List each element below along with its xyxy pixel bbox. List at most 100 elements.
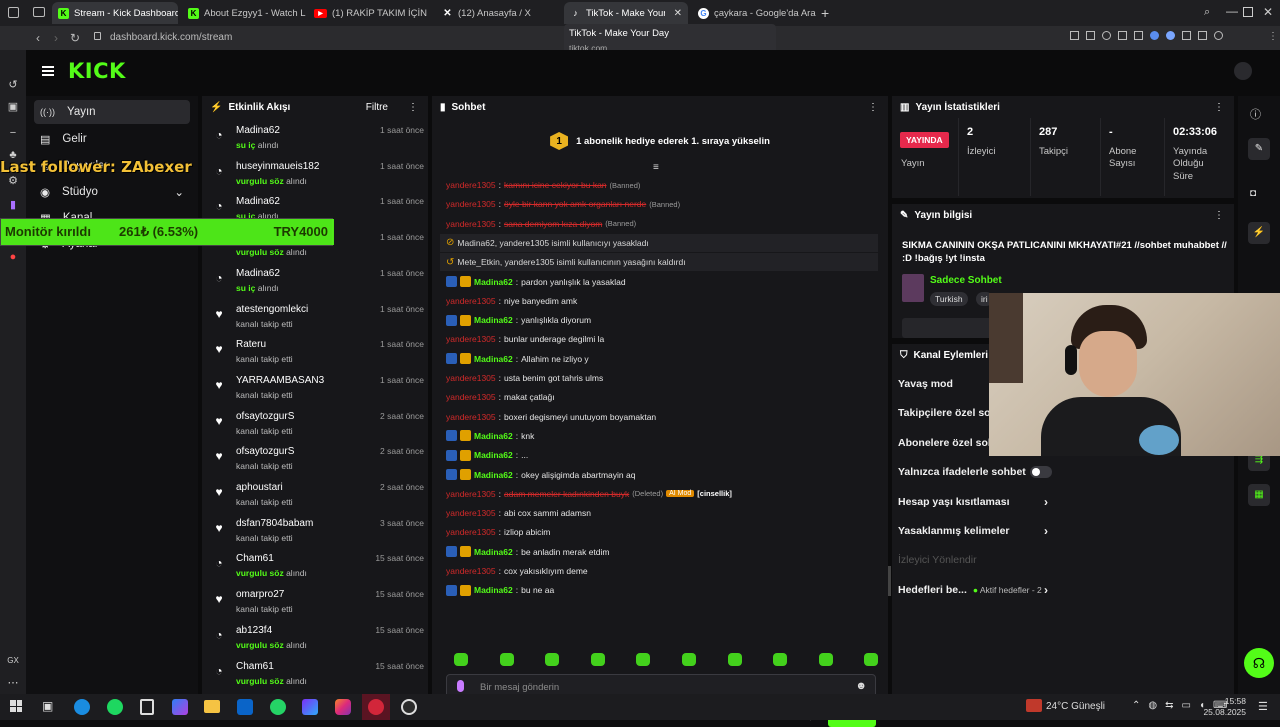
- activity-row[interactable]: ♥ Rateru 1 saat önce kanalı takip etti: [212, 336, 424, 372]
- chat-message[interactable]: yandere1305: cox yakısıklıyım deme: [446, 562, 588, 580]
- history-icon[interactable]: ↺: [6, 78, 20, 92]
- avatar[interactable]: [1234, 62, 1252, 80]
- twitch-icon[interactable]: ▮: [6, 198, 20, 212]
- chat-message[interactable]: Madina62: pardon yanlışlık la yasaklad: [446, 273, 626, 291]
- category-link[interactable]: Sadece Sohbet: [930, 275, 1002, 286]
- chat-username[interactable]: Madina62: [474, 354, 513, 364]
- extension-icon[interactable]: [1134, 31, 1143, 40]
- more-options-icon[interactable]: ⋮: [408, 102, 418, 113]
- weather-text[interactable]: 24°C Güneşli: [1046, 701, 1105, 712]
- puzzle-icon[interactable]: [1182, 31, 1191, 40]
- copilot-icon[interactable]: [172, 699, 188, 715]
- system-message[interactable]: ⊘ Madina62, yandere1305 isimli kullanıcıy…: [440, 233, 878, 252]
- bag-icon[interactable]: ▣: [6, 100, 20, 114]
- record-icon[interactable]: ●: [6, 250, 20, 264]
- more-options-icon[interactable]: ⋮: [1214, 210, 1224, 221]
- kick-logo[interactable]: KICK: [68, 59, 126, 83]
- clock-date[interactable]: 25.08.2025: [1200, 707, 1246, 717]
- emote-icon[interactable]: [499, 653, 514, 666]
- chat-username[interactable]: yandere1305: [446, 527, 496, 537]
- sidebar-item-revenue[interactable]: ▤ Gelir: [34, 127, 190, 151]
- extension-icon[interactable]: [1150, 31, 1159, 40]
- obs-icon[interactable]: [401, 699, 417, 715]
- emote-icon[interactable]: [773, 653, 788, 666]
- activity-username[interactable]: Rateru: [236, 339, 266, 350]
- support-icon[interactable]: ☊: [1244, 648, 1274, 678]
- activity-row[interactable]: ◔ ab123f4 15 saat önce vurgulu söz alındı: [212, 622, 424, 658]
- chat-message[interactable]: yandere1305: bunlar underage degilmi la: [446, 330, 604, 348]
- chat-message[interactable]: Madina62: yanlışlıkla diyorum: [446, 311, 591, 329]
- activity-username[interactable]: Madina62: [236, 125, 280, 136]
- emote-icon[interactable]: [636, 653, 651, 666]
- emote-icon[interactable]: [454, 653, 468, 666]
- sidebar-item-stream[interactable]: ((·)) Yayın: [34, 100, 190, 124]
- notifications-icon[interactable]: ☰: [1258, 700, 1268, 713]
- app-icon[interactable]: [302, 699, 318, 715]
- edit-icon[interactable]: ✎: [1248, 138, 1270, 160]
- camera-icon[interactable]: ◘: [1250, 188, 1256, 199]
- search-tabs-icon[interactable]: ⌕: [1204, 6, 1210, 19]
- chevron-up-icon[interactable]: ⌃: [1132, 700, 1140, 711]
- emote-icon[interactable]: [682, 653, 696, 666]
- more-icon[interactable]: ⋯: [6, 676, 20, 690]
- chat-username[interactable]: yandere1305: [446, 566, 496, 576]
- chat-username[interactable]: Madina62: [474, 277, 513, 287]
- activity-username[interactable]: ofsaytozgurS: [236, 411, 294, 422]
- chat-message[interactable]: Madina62: Allahim ne izliyo y: [446, 350, 589, 368]
- chat-message[interactable]: yandere1305: adam memeler kadınkinden buy…: [446, 485, 732, 503]
- extension-icon[interactable]: [1166, 31, 1175, 40]
- chat-username[interactable]: Madina62: [474, 547, 513, 557]
- activity-username[interactable]: Cham61: [236, 661, 274, 672]
- activity-username[interactable]: dsfan7804babam: [236, 518, 313, 529]
- chat-message[interactable]: yandere1305: makat çatlağı: [446, 388, 555, 406]
- usb-icon[interactable]: ⇆: [1165, 700, 1173, 711]
- clock-time[interactable]: 15:58: [1212, 696, 1246, 706]
- system-message[interactable]: ↺ Mete_Etkin, yandere1305 isimli kullanıc…: [440, 253, 878, 272]
- expand-icon[interactable]: GX: [6, 654, 20, 668]
- tab-x-home[interactable]: ✕ (12) Anasayfa / X: [436, 2, 558, 24]
- toggle-switch[interactable]: [1030, 466, 1052, 479]
- chat-username[interactable]: yandere1305: [446, 296, 496, 306]
- tab-about-ezgyy1[interactable]: K About Ezgyy1 - Watch Li: [182, 2, 306, 24]
- activity-row[interactable]: ♥ ofsaytozgurS 2 saat önce kanalı takip ett…: [212, 408, 424, 444]
- tab-youtube[interactable]: ▶ (1) RAKİP TAKIM İÇİN ÜZ: [308, 2, 430, 24]
- channel-action-row[interactable]: Hedefleri be... ● Aktif hedefler - 2 ›: [898, 580, 1233, 600]
- chat-message[interactable]: Madina62: be anladin merak etdim: [446, 543, 609, 561]
- start-icon[interactable]: [10, 700, 22, 712]
- maximize-icon[interactable]: [1243, 7, 1253, 17]
- activity-row[interactable]: ♥ omarpro27 15 saat önce kanalı takip etti: [212, 586, 424, 622]
- activity-row[interactable]: ◔ Cham61 15 saat önce vurgulu söz alındı: [212, 658, 424, 694]
- chat-message[interactable]: Madina62: okey alişigimda abartmayin aq: [446, 466, 635, 484]
- chat-username[interactable]: yandere1305: [446, 219, 496, 229]
- hamburger-menu-icon[interactable]: [42, 66, 54, 76]
- activity-username[interactable]: atestengomlekci: [236, 304, 308, 315]
- forward-icon[interactable]: ›: [54, 31, 58, 45]
- chat-message[interactable]: Madina62: bu ne aa: [446, 581, 554, 599]
- chat-scrollbar[interactable]: [888, 566, 891, 596]
- activity-row[interactable]: ◔ Madina62 1 saat önce su iç alındı: [212, 265, 424, 301]
- emote-icon[interactable]: [545, 653, 560, 666]
- chevron-right-icon[interactable]: ›: [1044, 583, 1048, 597]
- activity-row[interactable]: ♥ aphoustari 2 saat önce kanalı takip etti: [212, 479, 424, 515]
- activity-username[interactable]: Cham61: [236, 553, 274, 564]
- channel-action-row[interactable]: Yasaklanmış kelimeler ›: [898, 521, 1233, 541]
- emote-icon[interactable]: [727, 653, 742, 666]
- emote-icon[interactable]: [864, 653, 879, 666]
- minus-icon[interactable]: −: [6, 126, 20, 140]
- new-tab-icon[interactable]: +: [821, 5, 829, 21]
- spotify-icon[interactable]: [107, 699, 123, 715]
- tab-overview-icon[interactable]: [33, 7, 45, 17]
- activity-row[interactable]: ◔ huseyinmaueis182 1 saat önce vurgulu söz …: [212, 158, 424, 194]
- activity-username[interactable]: YARRAAMBASAN3: [236, 375, 324, 386]
- chat-username[interactable]: Madina62: [474, 585, 513, 595]
- file-explorer-icon[interactable]: [204, 700, 220, 713]
- activity-row[interactable]: ♥ atestengomlekci 1 saat önce kanalı takip …: [212, 301, 424, 337]
- clip-icon[interactable]: ▦: [1248, 484, 1270, 506]
- more-options-icon[interactable]: ⋮: [868, 102, 878, 113]
- channel-action-row[interactable]: Hesap yaşı kısıtlaması ›: [898, 492, 1233, 512]
- gift-banner[interactable]: 1 1 abonelik hediye ederek 1. sıraya yük…: [432, 122, 888, 160]
- profile-icon[interactable]: [1214, 31, 1223, 40]
- chat-username[interactable]: Madina62: [474, 450, 513, 460]
- tab-google[interactable]: G çaykara - Google'da Ara: [692, 2, 820, 24]
- chat-username[interactable]: yandere1305: [446, 508, 496, 518]
